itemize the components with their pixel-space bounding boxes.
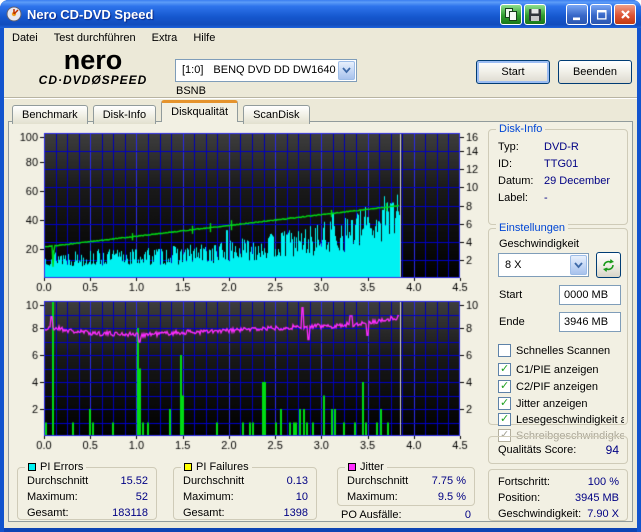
speed-row: Geschwindigkeit: 7.90 X bbox=[498, 508, 619, 520]
header-separator bbox=[4, 97, 637, 99]
settings-title: Einstellungen bbox=[496, 222, 569, 234]
ende-row: Ende bbox=[499, 312, 621, 332]
disk-type-row: Typ: DVD-R bbox=[498, 141, 579, 153]
tab-bar: Benchmark Disk-Info Diskqualität ScanDis… bbox=[12, 100, 312, 124]
disk-label-row: Label: - bbox=[498, 192, 548, 204]
checkbox-schnelles-scannen[interactable]: Schnelles Scannen bbox=[498, 343, 624, 358]
pi-failures-stats-group: PI Failures Durchschnitt 0.13 Maximum: 10 … bbox=[173, 461, 317, 520]
settings-group: Einstellungen Geschwindigkeit 8 X Start … bbox=[488, 222, 628, 442]
menu-test-durchfuehren[interactable]: Test durchführen bbox=[46, 30, 144, 46]
disk-info-title: Disk-Info bbox=[496, 123, 546, 135]
refresh-icon bbox=[603, 258, 614, 272]
checkbox-c2-pif[interactable]: C2/PIF anzeigen bbox=[498, 379, 624, 394]
chevron-down-icon[interactable] bbox=[338, 61, 355, 80]
start-field[interactable] bbox=[559, 285, 621, 305]
copy-icon bbox=[505, 8, 517, 21]
jitter-stats-group: Jitter Durchschnitt 7.75 % Maximum: 9.5 % bbox=[337, 461, 475, 506]
chevron-down-icon[interactable] bbox=[570, 255, 587, 275]
nero-cd-dvd-speed-window: Nero CD-DVD Speed Datei Test durchführen… bbox=[0, 0, 641, 532]
quality-score-box: Qualitäts Score: 94 bbox=[488, 436, 628, 464]
pi-errors-speed-chart bbox=[14, 127, 486, 295]
progress-box: Fortschritt: 100 % Position: 3945 MB Gesch… bbox=[488, 469, 628, 521]
beenden-button[interactable]: Beenden bbox=[558, 60, 632, 84]
checkbox-icon bbox=[498, 396, 511, 410]
maximize-button[interactable] bbox=[590, 4, 612, 25]
checkbox-icon bbox=[498, 379, 511, 393]
tab-scandisk[interactable]: ScanDisk bbox=[243, 105, 310, 124]
checkbox-icon bbox=[498, 344, 511, 357]
titlebar[interactable]: Nero CD-DVD Speed bbox=[0, 0, 641, 28]
pi-errors-swatch bbox=[28, 463, 36, 471]
tab-disk-info[interactable]: Disk-Info bbox=[92, 105, 157, 124]
start-row: Start bbox=[499, 285, 621, 305]
checkbox-c1-pie[interactable]: C1/PIE anzeigen bbox=[498, 362, 624, 377]
minimize-button[interactable] bbox=[566, 4, 588, 25]
pi-errors-stats-group: PI Errors Durchschnitt 15.52 Maximum: 52 G… bbox=[17, 461, 157, 520]
menu-extra[interactable]: Extra bbox=[144, 30, 186, 46]
nero-logo: nero CD·DVDØSPEED bbox=[18, 45, 168, 88]
quality-score-label: Qualitäts Score: bbox=[498, 444, 577, 456]
cd-dvd-speed-logo-text: CD·DVDØSPEED bbox=[38, 73, 148, 87]
start-button[interactable]: Start bbox=[476, 60, 550, 84]
minimize-icon bbox=[572, 17, 580, 21]
jitter-swatch bbox=[348, 463, 356, 471]
close-icon bbox=[620, 10, 630, 19]
drive-select[interactable]: [1:0] BENQ DVD DD DW1640 BSNB bbox=[175, 59, 357, 97]
menu-datei[interactable]: Datei bbox=[4, 30, 46, 46]
checkbox-jitter[interactable]: Jitter anzeigen bbox=[498, 396, 624, 411]
copy-to-clipboard-button[interactable] bbox=[500, 4, 522, 25]
pi-failures-caption: PI Failures bbox=[181, 461, 252, 473]
checkbox-icon bbox=[498, 412, 511, 426]
header: nero CD·DVDØSPEED [1:0] BENQ DVD DD DW164… bbox=[4, 47, 637, 97]
menu-hilfe[interactable]: Hilfe bbox=[185, 30, 223, 46]
speed-label: Geschwindigkeit bbox=[499, 238, 580, 250]
pi-errors-caption: PI Errors bbox=[25, 461, 87, 473]
po-failures-value: 0 bbox=[464, 509, 471, 521]
pi-failures-jitter-chart bbox=[14, 295, 486, 453]
disk-id-row: ID: TTG01 bbox=[498, 158, 579, 170]
floppy-disk-icon bbox=[529, 8, 541, 21]
disk-date-row: Datum: 29 December bbox=[498, 175, 611, 187]
maximize-icon bbox=[596, 10, 607, 20]
ende-field[interactable] bbox=[559, 312, 621, 332]
checkbox-icon bbox=[498, 362, 511, 376]
jitter-caption: Jitter bbox=[345, 461, 387, 473]
quality-score-value: 94 bbox=[605, 443, 619, 457]
disk-info-group: Disk-Info Typ: DVD-R ID: TTG01 Datum: 29 De… bbox=[488, 123, 628, 225]
progress-row: Fortschritt: 100 % bbox=[498, 476, 619, 488]
close-button[interactable] bbox=[614, 4, 636, 25]
tab-diskqualitaet[interactable]: Diskqualität bbox=[161, 100, 239, 122]
window-title: Nero CD-DVD Speed bbox=[27, 6, 154, 22]
po-failures-label: PO Ausfälle: bbox=[341, 509, 402, 521]
save-button[interactable] bbox=[524, 4, 546, 25]
refresh-drive-button[interactable] bbox=[596, 252, 621, 278]
diskqualitaet-panel: Disk-Info Typ: DVD-R ID: TTG01 Datum: 29 De… bbox=[8, 121, 633, 522]
app-icon bbox=[6, 6, 22, 22]
start-field-label: Start bbox=[499, 289, 523, 301]
tab-benchmark[interactable]: Benchmark bbox=[12, 105, 88, 124]
ende-field-label: Ende bbox=[499, 316, 525, 328]
speed-select[interactable]: 8 X bbox=[498, 253, 589, 277]
drive-id: [1:0] bbox=[182, 64, 204, 76]
po-failures-row: PO Ausfälle: 0 bbox=[341, 509, 471, 521]
pi-failures-swatch bbox=[184, 463, 192, 471]
position-row: Position: 3945 MB bbox=[498, 492, 619, 504]
nero-logo-text: nero bbox=[63, 45, 123, 75]
checkbox-lesegeschwindigkeit[interactable]: Lesegeschwindigkeit a bbox=[498, 412, 624, 427]
